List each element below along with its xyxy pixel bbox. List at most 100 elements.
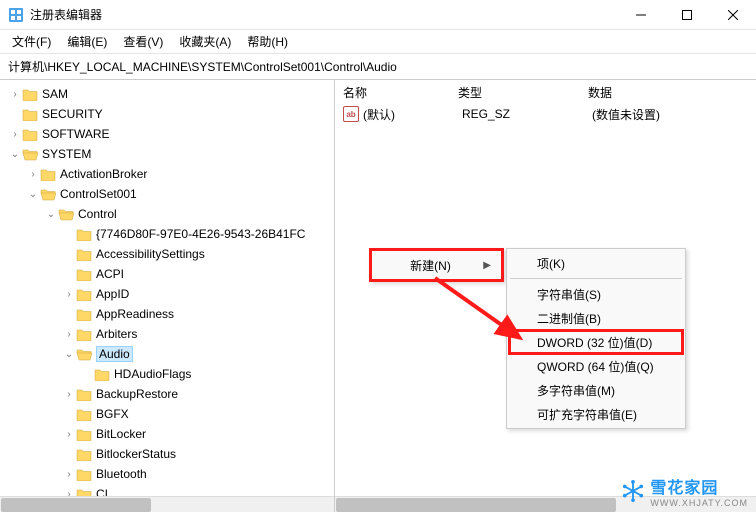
folder-icon (76, 467, 92, 481)
folder-icon (76, 227, 92, 241)
address-bar[interactable]: 计算机\HKEY_LOCAL_MACHINE\SYSTEM\ControlSet… (0, 54, 756, 80)
minimize-button[interactable] (618, 0, 664, 29)
menu-item-binary[interactable]: 二进制值(B) (509, 306, 683, 330)
tree-item-audio[interactable]: ⌄ Audio (0, 344, 334, 364)
watermark-url: WWW.XHJATY.COM (650, 498, 748, 508)
menu-item-label: 二进制值(B) (537, 310, 601, 327)
scrollbar-thumb[interactable] (336, 498, 616, 512)
menu-item-expandstring[interactable]: 可扩充字符串值(E) (509, 402, 683, 426)
chevron-down-icon[interactable]: ⌄ (8, 149, 22, 160)
tree-label: HDAudioFlags (114, 367, 191, 381)
tree-label: Arbiters (96, 327, 137, 341)
column-type[interactable]: 类型 (458, 84, 588, 101)
tree-item-bitlocker[interactable]: › BitLocker (0, 424, 334, 444)
tree-label: AccessibilitySettings (96, 247, 205, 261)
menu-item-new[interactable]: 新建(N) ▶ (374, 253, 499, 277)
column-name[interactable]: 名称 (343, 84, 458, 101)
chevron-right-icon[interactable]: › (8, 89, 22, 100)
menu-item-string[interactable]: 字符串值(S) (509, 282, 683, 306)
tree-pane: › SAM SECURITY › SOFTWARE ⌄ SYSTEM › Act… (0, 80, 335, 512)
tree-label: BackupRestore (96, 387, 178, 401)
tree-label: AppReadiness (96, 307, 174, 321)
tree-item-accessibility[interactable]: AccessibilitySettings (0, 244, 334, 264)
address-path: 计算机\HKEY_LOCAL_MACHINE\SYSTEM\ControlSet… (8, 58, 397, 75)
tree-label: Control (78, 207, 117, 221)
folder-open-icon (22, 147, 38, 161)
chevron-right-icon[interactable]: › (62, 329, 76, 340)
folder-icon (76, 267, 92, 281)
menu-view[interactable]: 查看(V) (115, 30, 171, 53)
value-name: (默认) (363, 106, 462, 123)
menu-item-label: DWORD (32 位)值(D) (537, 334, 652, 351)
chevron-right-icon[interactable]: › (62, 429, 76, 440)
string-value-icon: ab (343, 106, 359, 122)
column-data[interactable]: 数据 (588, 84, 748, 101)
tree-item-control[interactable]: ⌄ Control (0, 204, 334, 224)
chevron-down-icon[interactable]: ⌄ (26, 189, 40, 200)
tree-item-system[interactable]: ⌄ SYSTEM (0, 144, 334, 164)
menu-item-multistring[interactable]: 多字符串值(M) (509, 378, 683, 402)
tree-item-security[interactable]: SECURITY (0, 104, 334, 124)
window-title: 注册表编辑器 (30, 6, 618, 23)
horizontal-scrollbar[interactable] (0, 496, 334, 512)
chevron-right-icon[interactable]: › (26, 169, 40, 180)
chevron-down-icon[interactable]: ⌄ (44, 209, 58, 220)
tree-item-bluetooth[interactable]: › Bluetooth (0, 464, 334, 484)
tree-label: BGFX (96, 407, 129, 421)
tree-label: SYSTEM (42, 147, 91, 161)
close-button[interactable] (710, 0, 756, 29)
chevron-right-icon[interactable]: › (62, 289, 76, 300)
menu-help[interactable]: 帮助(H) (239, 30, 296, 53)
tree-item-sam[interactable]: › SAM (0, 84, 334, 104)
watermark-text: 雪花家园 (650, 474, 748, 498)
menu-edit[interactable]: 编辑(E) (59, 30, 115, 53)
value-type: REG_SZ (462, 107, 592, 121)
tree-item-guidkey[interactable]: {7746D80F-97E0-4E26-9543-26B41FC (0, 224, 334, 244)
menu-item-key[interactable]: 项(K) (509, 251, 683, 275)
tree-item-appreadiness[interactable]: AppReadiness (0, 304, 334, 324)
folder-open-icon (76, 347, 92, 361)
folder-open-icon (58, 207, 74, 221)
tree-label: ACPI (96, 267, 124, 281)
folder-icon (76, 327, 92, 341)
tree-item-hdaudioflags[interactable]: HDAudioFlags (0, 364, 334, 384)
watermark: 雪花家园 WWW.XHJATY.COM (622, 474, 748, 508)
chevron-right-icon[interactable]: › (62, 389, 76, 400)
chevron-right-icon[interactable]: › (62, 469, 76, 480)
tree-item-activationbroker[interactable]: › ActivationBroker (0, 164, 334, 184)
folder-icon (40, 167, 56, 181)
tree-item-appid[interactable]: › AppID (0, 284, 334, 304)
menu-item-label: 可扩充字符串值(E) (537, 406, 637, 423)
chevron-right-icon[interactable]: › (8, 129, 22, 140)
menu-favorites[interactable]: 收藏夹(A) (171, 30, 239, 53)
menu-item-dword[interactable]: DWORD (32 位)值(D) (509, 330, 683, 354)
maximize-button[interactable] (664, 0, 710, 29)
chevron-down-icon[interactable]: ⌄ (62, 349, 76, 360)
scrollbar-thumb[interactable] (1, 498, 151, 512)
snowflake-icon (622, 480, 644, 502)
tree-item-software[interactable]: › SOFTWARE (0, 124, 334, 144)
context-menu-new: 新建(N) ▶ (369, 248, 504, 282)
folder-icon (22, 107, 38, 121)
tree-item-bitlockerstatus[interactable]: BitlockerStatus (0, 444, 334, 464)
folder-icon (76, 447, 92, 461)
tree-label: SOFTWARE (42, 127, 110, 141)
tree-label: SAM (42, 87, 68, 101)
folder-icon (76, 427, 92, 441)
value-data: (数值未设置) (592, 106, 748, 123)
tree-item-controlset001[interactable]: ⌄ ControlSet001 (0, 184, 334, 204)
menu-bar: 文件(F) 编辑(E) 查看(V) 收藏夹(A) 帮助(H) (0, 30, 756, 54)
menu-item-label: 项(K) (537, 255, 565, 272)
tree-label: BitLocker (96, 427, 146, 441)
tree-item-acpi[interactable]: ACPI (0, 264, 334, 284)
window-controls (618, 0, 756, 29)
folder-icon (76, 387, 92, 401)
tree-label: BitlockerStatus (96, 447, 176, 461)
tree-item-bgfx[interactable]: BGFX (0, 404, 334, 424)
menu-item-qword[interactable]: QWORD (64 位)值(Q) (509, 354, 683, 378)
tree-item-backuprestore[interactable]: › BackupRestore (0, 384, 334, 404)
menu-file[interactable]: 文件(F) (4, 30, 59, 53)
regedit-icon (8, 7, 24, 23)
tree-item-arbiters[interactable]: › Arbiters (0, 324, 334, 344)
value-row[interactable]: ab (默认) REG_SZ (数值未设置) (335, 104, 756, 124)
